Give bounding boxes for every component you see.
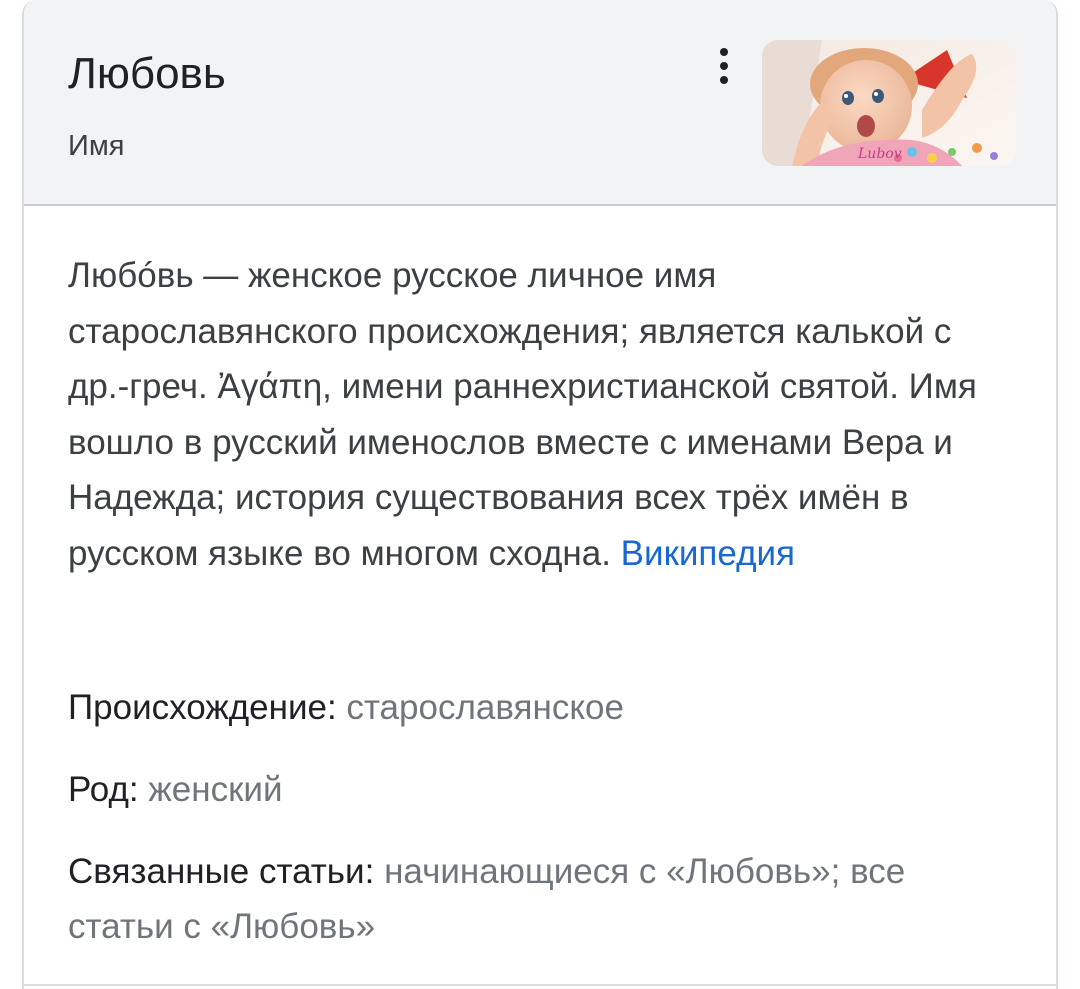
fact-gender: Род: женский — [68, 762, 1018, 817]
related-separator: ; — [830, 852, 841, 891]
fact-origin-value[interactable]: старославянское — [346, 688, 624, 727]
panel-header: Любовь Имя Lubov — [24, 0, 1056, 206]
more-vert-icon[interactable] — [710, 42, 738, 90]
baby-photo-illustration: Lubov — [762, 40, 1016, 166]
wikipedia-link[interactable]: Википедия — [621, 534, 795, 573]
knowledge-panel-card: Любовь Имя Lubov Любóвь — женское русско… — [22, 0, 1058, 989]
thumbnail-caption: Lubov — [857, 146, 902, 162]
panel-divider — [24, 984, 1056, 986]
fact-origin: Происхождение: старославянское — [68, 680, 1018, 735]
menu-dot — [720, 62, 728, 70]
description-text: Любóвь — женское русское личное имя стар… — [68, 256, 977, 573]
entity-subtitle: Имя — [68, 130, 125, 162]
fact-gender-value[interactable]: женский — [148, 770, 282, 809]
page: Любовь Имя Lubov Любóвь — женское русско… — [0, 0, 1080, 989]
menu-dot — [720, 76, 728, 84]
entity-title: Любовь — [68, 49, 226, 98]
fact-gender-label: Род: — [68, 770, 139, 809]
entity-description: Любóвь — женское русское личное имя стар… — [68, 248, 998, 581]
related-link-starting-with[interactable]: начинающиеся с «Любовь» — [384, 852, 831, 891]
entity-thumbnail-image[interactable]: Lubov — [762, 40, 1016, 166]
fact-related-label: Связанные статьи: — [68, 852, 375, 891]
fact-related: Связанные статьи: начинающиеся с «Любовь… — [68, 844, 1018, 954]
menu-dot — [720, 48, 728, 56]
fact-origin-label: Происхождение: — [68, 688, 337, 727]
